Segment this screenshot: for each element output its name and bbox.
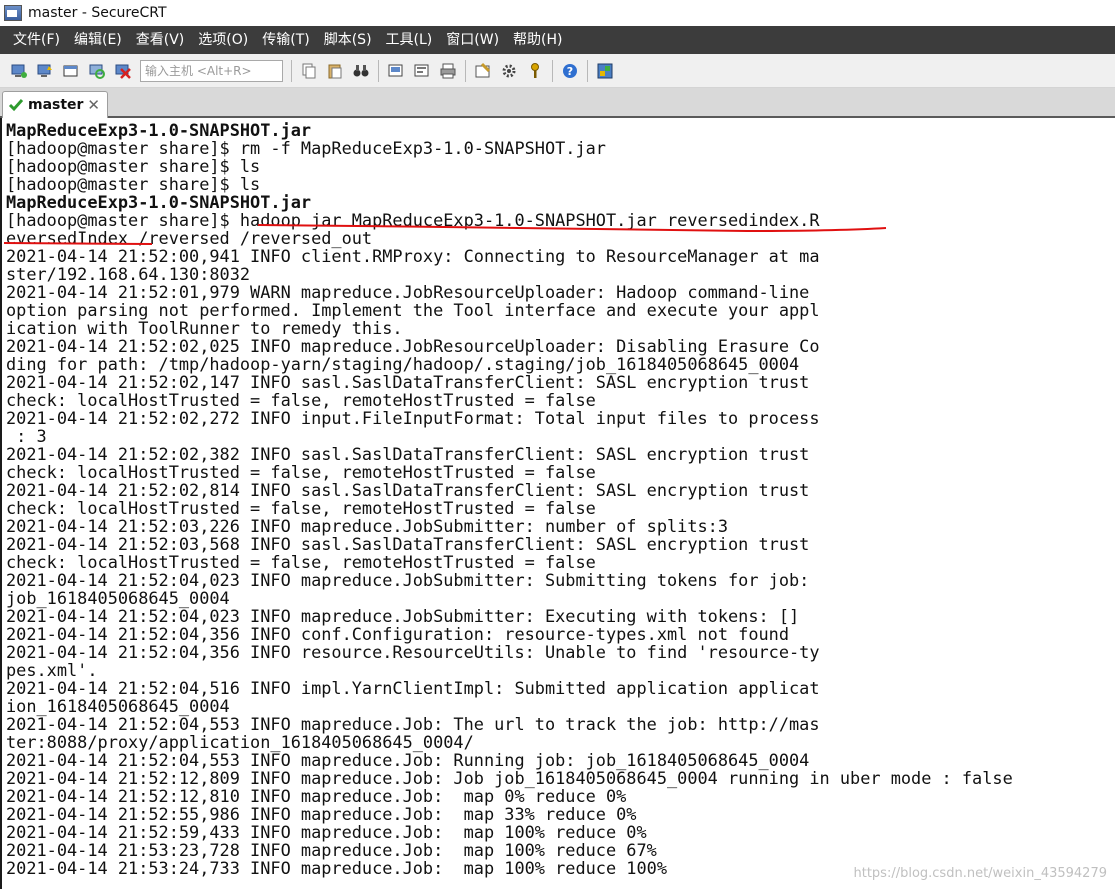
terminal-line: check: localHostTrusted = false, remoteH…: [6, 390, 596, 410]
toolbar-separator: [587, 59, 588, 82]
connect-icon[interactable]: [9, 61, 29, 81]
terminal-line: 2021-04-14 21:52:02,025 INFO mapreduce.J…: [6, 336, 820, 356]
terminal-line: ication with ToolRunner to remedy this.: [6, 318, 403, 338]
toolbar-separator: [465, 59, 466, 82]
terminal-line: 2021-04-14 21:52:12,810 INFO mapreduce.J…: [6, 786, 627, 806]
menu-view[interactable]: 查看(V): [129, 26, 192, 54]
paste-icon[interactable]: [325, 61, 345, 81]
terminal-line: 2021-04-14 21:52:02,272 INFO input.FileI…: [6, 408, 820, 428]
terminal-line: 2021-04-14 21:53:23,728 INFO mapreduce.J…: [6, 840, 657, 860]
securecrt-app-icon: [4, 5, 22, 21]
red-underline-annotation: [3, 224, 887, 245]
terminal-line: 2021-04-14 21:52:59,433 INFO mapreduce.J…: [6, 822, 647, 842]
toolbar-separator: [378, 59, 379, 82]
toolbar-separator: [291, 59, 292, 82]
terminal-line: 2021-04-14 21:52:02,814 INFO sasl.SaslDa…: [6, 480, 810, 500]
session-tab-strip: master ✕: [0, 88, 1115, 118]
terminal-line: 2021-04-14 21:52:02,147 INFO sasl.SaslDa…: [6, 372, 810, 392]
keymap-icon[interactable]: [525, 61, 545, 81]
close-tab-icon[interactable]: ✕: [87, 96, 100, 114]
terminal-line: 2021-04-14 21:52:55,986 INFO mapreduce.J…: [6, 804, 637, 824]
terminal-line: check: localHostTrusted = false, remoteH…: [6, 462, 596, 482]
terminal-line: 2021-04-14 21:52:04,023 INFO mapreduce.J…: [6, 606, 800, 626]
toolbar-separator: [552, 59, 553, 82]
terminal-line: ding for path: /tmp/hadoop-yarn/staging/…: [6, 354, 800, 374]
menu-bar: 文件(F) 编辑(E) 查看(V) 选项(O) 传输(T) 脚本(S) 工具(L…: [0, 26, 1115, 54]
help-icon[interactable]: ?: [560, 61, 580, 81]
terminal-line: 2021-04-14 21:52:04,553 INFO mapreduce.J…: [6, 750, 810, 770]
terminal-line: 2021-04-14 21:52:12,809 INFO mapreduce.J…: [6, 768, 1013, 788]
terminal-line: ion_1618405068645_0004: [6, 696, 230, 716]
quick-connect-icon[interactable]: [35, 61, 55, 81]
connected-check-icon: [8, 99, 24, 112]
copy-icon[interactable]: [299, 61, 319, 81]
menu-transfer[interactable]: 传输(T): [255, 26, 316, 54]
menu-file[interactable]: 文件(F): [6, 26, 67, 54]
terminal-line: 2021-04-14 21:52:04,356 INFO resource.Re…: [6, 642, 820, 662]
menu-options[interactable]: 选项(O): [191, 26, 255, 54]
find-icon[interactable]: [351, 61, 371, 81]
enter-host-input[interactable]: [140, 59, 283, 82]
terminal-line: job_1618405068645_0004: [6, 588, 230, 608]
terminal-output[interactable]: MapReduceExp3-1.0-SNAPSHOT.jar [hadoop@m…: [0, 118, 1115, 889]
window-title: master - SecureCRT: [28, 5, 167, 21]
watermark: https://blog.csdn.net/weixin_43594279: [853, 866, 1107, 881]
terminal-line: option parsing not performed. Implement …: [6, 300, 820, 320]
session-tab-master[interactable]: master ✕: [2, 91, 108, 118]
terminal-line: check: localHostTrusted = false, remoteH…: [6, 552, 596, 572]
terminal-line: 2021-04-14 21:52:03,568 INFO sasl.SaslDa…: [6, 534, 810, 554]
terminal-line: 2021-04-14 21:52:03,226 INFO mapreduce.J…: [6, 516, 729, 536]
reconnect-icon[interactable]: [87, 61, 107, 81]
terminal-line: 2021-04-14 21:52:04,356 INFO conf.Config…: [6, 624, 790, 644]
terminal-line: 2021-04-14 21:52:01,979 WARN mapreduce.J…: [6, 282, 810, 302]
session-tab-label: master: [28, 97, 84, 113]
toolbar: ?: [0, 54, 1115, 88]
terminal-line: ter:8088/proxy/application_1618405068645…: [6, 732, 474, 752]
terminal-line: 2021-04-14 21:52:04,516 INFO impl.YarnCl…: [6, 678, 820, 698]
menu-help[interactable]: 帮助(H): [506, 26, 569, 54]
svg-text:?: ?: [567, 65, 573, 78]
terminal-line: pes.xml'.: [6, 660, 98, 680]
terminal-line: check: localHostTrusted = false, remoteH…: [6, 498, 596, 518]
menu-script[interactable]: 脚本(S): [317, 26, 379, 54]
connect-in-tab-icon[interactable]: [61, 61, 81, 81]
title-bar: master - SecureCRT: [0, 0, 1115, 26]
terminal-line: 2021-04-14 21:52:04,023 INFO mapreduce.J…: [6, 570, 810, 590]
session-options-icon[interactable]: [473, 61, 493, 81]
print-screen-icon[interactable]: [386, 61, 406, 81]
disconnect-icon[interactable]: [113, 61, 133, 81]
terminal-line: 2021-04-14 21:52:04,553 INFO mapreduce.J…: [6, 714, 820, 734]
terminal-line: : 3: [6, 426, 47, 446]
print-selection-icon[interactable]: [412, 61, 432, 81]
sftp-icon[interactable]: [595, 61, 615, 81]
menu-edit[interactable]: 编辑(E): [67, 26, 129, 54]
menu-window[interactable]: 窗口(W): [439, 26, 506, 54]
terminal-line: ster/192.168.64.130:8032: [6, 264, 251, 284]
menu-tools[interactable]: 工具(L): [379, 26, 440, 54]
global-options-icon[interactable]: [499, 61, 519, 81]
print-icon[interactable]: [438, 61, 458, 81]
terminal-line: 2021-04-14 21:52:02,382 INFO sasl.SaslDa…: [6, 444, 810, 464]
